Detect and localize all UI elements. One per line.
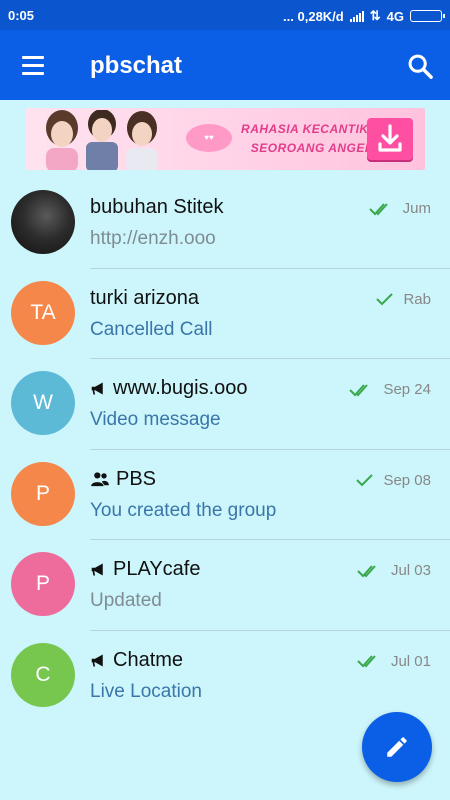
download-icon[interactable] [367, 118, 413, 160]
pencil-icon [387, 737, 407, 757]
status-bar: 0:05 ... 0,28K/d ⇅ 4G [0, 0, 450, 30]
chat-meta: Sep 24 [349, 381, 431, 398]
avatar[interactable]: C [11, 642, 75, 707]
chat-time: Jul 03 [390, 562, 431, 580]
chat-row[interactable]: C Chatme Live Location Jul 01 [0, 631, 450, 722]
chat-preview: You created the group [90, 499, 277, 521]
chat-meta: Sep 08 [355, 472, 431, 489]
network-speed: ... 0,28K/d [283, 8, 344, 24]
banner-logo: ♥♥ [186, 124, 232, 152]
chat-preview: http://enzh.ooo [90, 228, 216, 249]
double-check-icon [357, 563, 383, 579]
chat-name: www.bugis.ooo [90, 377, 248, 400]
chat-meta: Jul 01 [357, 653, 431, 670]
chat-name: bubuhan Stitek [90, 196, 223, 219]
double-check-icon [357, 653, 383, 669]
chat-meta: Jul 03 [357, 562, 431, 579]
chat-row[interactable]: P PLAYcafe Updated Jul 03 [0, 540, 450, 631]
avatar[interactable]: W [11, 371, 75, 436]
chat-row[interactable]: Wwww.bugis.ooo Video message Sep 24 [0, 359, 450, 450]
chat-name: PBS [90, 468, 156, 491]
data-transfer-icon: ⇅ [369, 8, 381, 23]
app-bar: pbschat [0, 30, 450, 100]
double-check-icon [368, 201, 395, 217]
double-check-icon [349, 382, 375, 398]
chat-row[interactable]: bubuhan Stitek http://enzh.ooo Jum [0, 178, 450, 269]
chat-preview: Updated [90, 590, 162, 612]
chat-time: Sep 08 [383, 471, 431, 489]
avatar[interactable] [11, 190, 75, 254]
chat-preview: Video message [90, 409, 221, 431]
avatar[interactable]: P [11, 552, 75, 617]
ad-banner[interactable]: ♥♥ RAHASIA KECANTIKAN SEOROANG ANGEL! [26, 108, 425, 170]
megaphone-icon [90, 652, 107, 669]
status-time: 0:05 [8, 8, 35, 23]
signal-icon [349, 10, 364, 22]
chat-name-text: turki arizona [90, 286, 199, 309]
chat-preview: Live Location [90, 680, 202, 702]
chat-preview: Cancelled Call [90, 318, 213, 340]
chat-name-text: bubuhan Stitek [90, 196, 224, 218]
banner-illustration [46, 110, 158, 170]
network-type: 4G [386, 8, 404, 24]
avatar[interactable]: TA [11, 280, 75, 345]
chat-meta: Rab [375, 291, 431, 308]
chat-name: turki arizona [90, 287, 199, 310]
search-icon[interactable] [406, 52, 434, 80]
chat-row[interactable]: TA turki arizona Cancelled Call Rab [0, 269, 450, 360]
chat-time: Jum [402, 200, 431, 217]
chat-time: Rab [403, 290, 431, 308]
compose-button[interactable] [362, 712, 432, 782]
chat-name-text: PBS [116, 467, 157, 490]
chat-row[interactable]: P PBS You created the group Sep 08 [0, 450, 450, 541]
hamburger-menu-icon[interactable] [18, 50, 52, 80]
chat-name-text: PLAYcafe [113, 558, 201, 581]
avatar[interactable]: P [11, 461, 75, 526]
check-icon [375, 291, 395, 307]
chat-meta: Jum [368, 200, 431, 217]
megaphone-icon [90, 380, 107, 397]
chat-name: PLAYcafe [90, 558, 200, 581]
app-title: pbschat [90, 52, 183, 79]
chat-list: bubuhan Stitek http://enzh.ooo Jum TA turki … [0, 178, 450, 722]
chat-time: Sep 24 [383, 381, 431, 399]
chat-time: Jul 01 [390, 652, 431, 670]
battery-icon [410, 10, 445, 22]
chat-name: Chatme [90, 649, 183, 672]
chat-name-text: www.bugis.ooo [113, 377, 248, 400]
group-icon [90, 471, 110, 487]
chat-name-text: Chatme [113, 648, 184, 671]
check-icon [355, 472, 375, 488]
megaphone-icon [90, 561, 107, 578]
